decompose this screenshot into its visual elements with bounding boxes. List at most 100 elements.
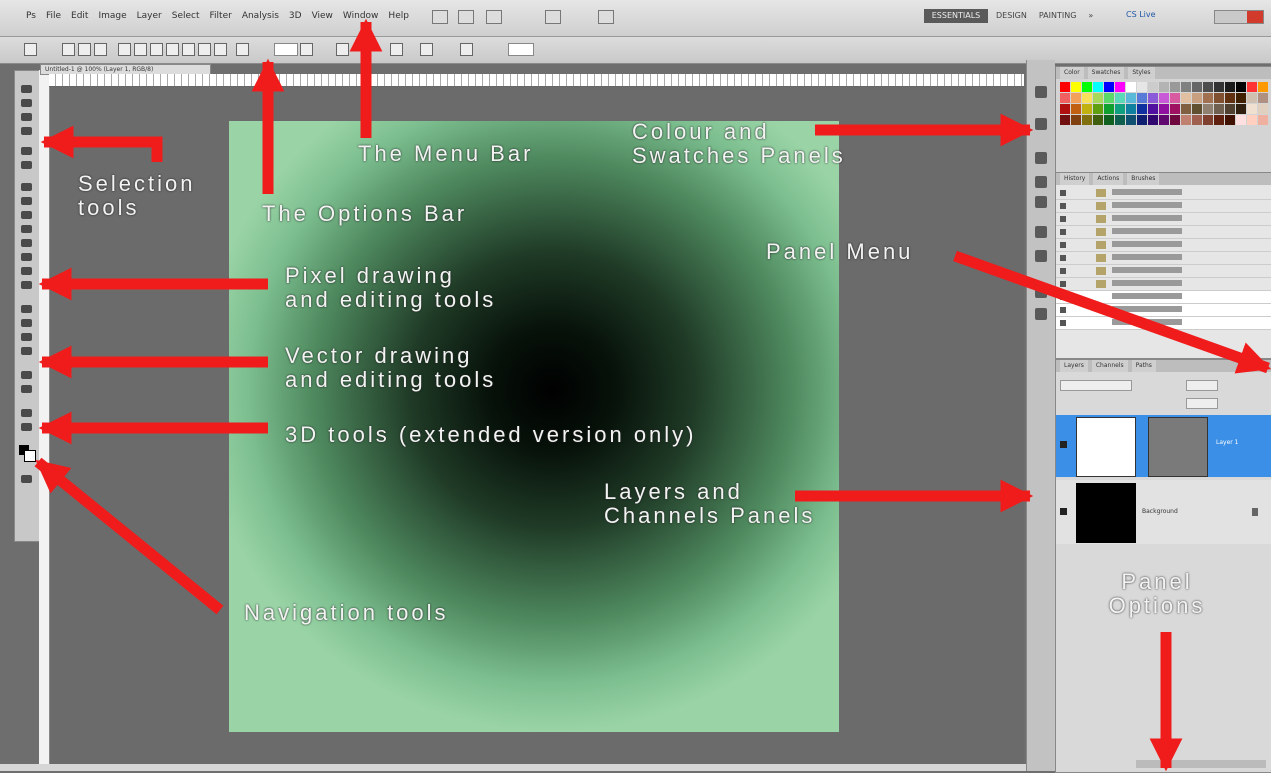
menu-image[interactable]: Image <box>98 11 126 21</box>
swatch[interactable] <box>1148 104 1158 114</box>
swatch[interactable] <box>1115 104 1125 114</box>
swatch[interactable] <box>1071 104 1081 114</box>
list-item[interactable] <box>1056 200 1271 213</box>
polygon-shape-icon[interactable] <box>198 43 211 56</box>
workspace-more-link[interactable]: » <box>1088 11 1093 20</box>
swatch[interactable] <box>1060 82 1070 92</box>
tab-color[interactable]: Color <box>1060 67 1084 79</box>
list-item[interactable] <box>1056 226 1271 239</box>
swatch[interactable] <box>1214 104 1224 114</box>
swatch[interactable] <box>1258 104 1268 114</box>
masks-panel-icon[interactable] <box>1035 118 1047 130</box>
quick-selection-tool-icon[interactable] <box>21 127 32 135</box>
list-item[interactable] <box>1056 317 1271 330</box>
brush-tool-icon[interactable] <box>21 197 32 205</box>
swatch[interactable] <box>1192 82 1202 92</box>
type-tool-icon[interactable] <box>21 319 32 327</box>
combine-icon[interactable] <box>336 43 349 56</box>
swatch[interactable] <box>1093 104 1103 114</box>
histogram-panel-icon[interactable] <box>1035 176 1047 188</box>
swatch[interactable] <box>1060 104 1070 114</box>
menu-file[interactable]: File <box>46 11 61 21</box>
crop-tool-icon[interactable] <box>21 147 32 155</box>
rectangle-shape-icon[interactable] <box>150 43 163 56</box>
eye-icon[interactable] <box>1060 441 1067 448</box>
menu-select[interactable]: Select <box>172 11 200 21</box>
tab-swatches[interactable]: Swatches <box>1087 67 1125 79</box>
layers-panel-options-buttons[interactable] <box>1136 760 1266 768</box>
tab-actions[interactable]: Actions <box>1093 173 1124 185</box>
character-panel-icon[interactable] <box>1035 308 1047 320</box>
list-item[interactable] <box>1056 278 1271 291</box>
tab-paths[interactable]: Paths <box>1131 360 1156 372</box>
list-item[interactable] <box>1056 304 1271 317</box>
swatch[interactable] <box>1104 82 1114 92</box>
menu-layer[interactable]: Layer <box>137 11 162 21</box>
swatch[interactable] <box>1192 104 1202 114</box>
brush-presets-panel-icon[interactable] <box>1035 250 1047 262</box>
workspace-design-link[interactable]: DESIGN <box>996 11 1027 20</box>
zoom-tool-icon[interactable] <box>21 423 32 431</box>
swatch[interactable] <box>1192 115 1202 125</box>
swatch[interactable] <box>1082 104 1092 114</box>
eye-icon[interactable] <box>1060 508 1067 515</box>
adjustments-panel-icon[interactable] <box>1035 86 1047 98</box>
layer-row-layer-1[interactable]: Layer 1 <box>1056 415 1271 477</box>
tab-layers[interactable]: Layers <box>1060 360 1088 372</box>
swatch[interactable] <box>1236 93 1246 103</box>
swatch[interactable] <box>1137 104 1147 114</box>
opacity-field[interactable] <box>1186 380 1218 391</box>
swatch[interactable] <box>1104 115 1114 125</box>
list-item[interactable] <box>1056 265 1271 278</box>
swatch[interactable] <box>1159 115 1169 125</box>
3d-panel-icon[interactable] <box>1035 226 1047 238</box>
swatch[interactable] <box>1093 115 1103 125</box>
swatch[interactable] <box>1126 104 1136 114</box>
swatch[interactable] <box>1225 104 1235 114</box>
swatch[interactable] <box>1137 82 1147 92</box>
swatch[interactable] <box>1148 93 1158 103</box>
tab-styles[interactable]: Styles <box>1128 67 1155 79</box>
swatch[interactable] <box>1181 82 1191 92</box>
screen-mode-icon[interactable] <box>545 10 561 24</box>
shape-layers-icon[interactable] <box>62 43 75 56</box>
history-brush-tool-icon[interactable] <box>21 225 32 233</box>
swatch[interactable] <box>1126 82 1136 92</box>
custom-shape-icon[interactable] <box>236 43 249 56</box>
swatch[interactable] <box>1192 93 1202 103</box>
arrange-documents-icon[interactable] <box>598 10 614 24</box>
clone-stamp-tool-icon[interactable] <box>21 211 32 219</box>
swatch[interactable] <box>1170 115 1180 125</box>
rounded-rectangle-icon[interactable] <box>166 43 179 56</box>
navigator-panel-icon[interactable] <box>1035 152 1047 164</box>
info-panel-icon[interactable] <box>1035 196 1047 208</box>
swatch[interactable] <box>1159 93 1169 103</box>
workspace-essentials-button[interactable]: ESSENTIALS <box>924 9 988 23</box>
menu-ps[interactable]: Ps <box>26 11 36 21</box>
list-item[interactable] <box>1056 213 1271 226</box>
close-icon[interactable] <box>1247 11 1263 23</box>
menu-3d[interactable]: 3D <box>289 11 302 21</box>
swatch[interactable] <box>1214 115 1224 125</box>
swatch[interactable] <box>1060 115 1070 125</box>
swatch[interactable] <box>1203 104 1213 114</box>
swatch[interactable] <box>1225 115 1235 125</box>
swatch[interactable] <box>1159 82 1169 92</box>
swatch[interactable] <box>1214 93 1224 103</box>
menu-edit[interactable]: Edit <box>71 11 88 21</box>
swatch[interactable] <box>1115 82 1125 92</box>
swatch[interactable] <box>1148 82 1158 92</box>
swatch[interactable] <box>1181 93 1191 103</box>
eyedropper-tool-icon[interactable] <box>21 161 32 169</box>
list-item[interactable] <box>1056 187 1271 200</box>
cs-live-button[interactable]: CS Live <box>1126 10 1156 19</box>
swatch[interactable] <box>1082 115 1092 125</box>
swatch[interactable] <box>1203 115 1213 125</box>
ellipse-shape-icon[interactable] <box>182 43 195 56</box>
swatch[interactable] <box>1148 115 1158 125</box>
blend-mode-select[interactable] <box>1060 380 1132 391</box>
swatch[interactable] <box>1258 82 1268 92</box>
swatch[interactable] <box>1247 82 1257 92</box>
hand-tool-icon[interactable] <box>21 409 32 417</box>
swatch[interactable] <box>1137 115 1147 125</box>
